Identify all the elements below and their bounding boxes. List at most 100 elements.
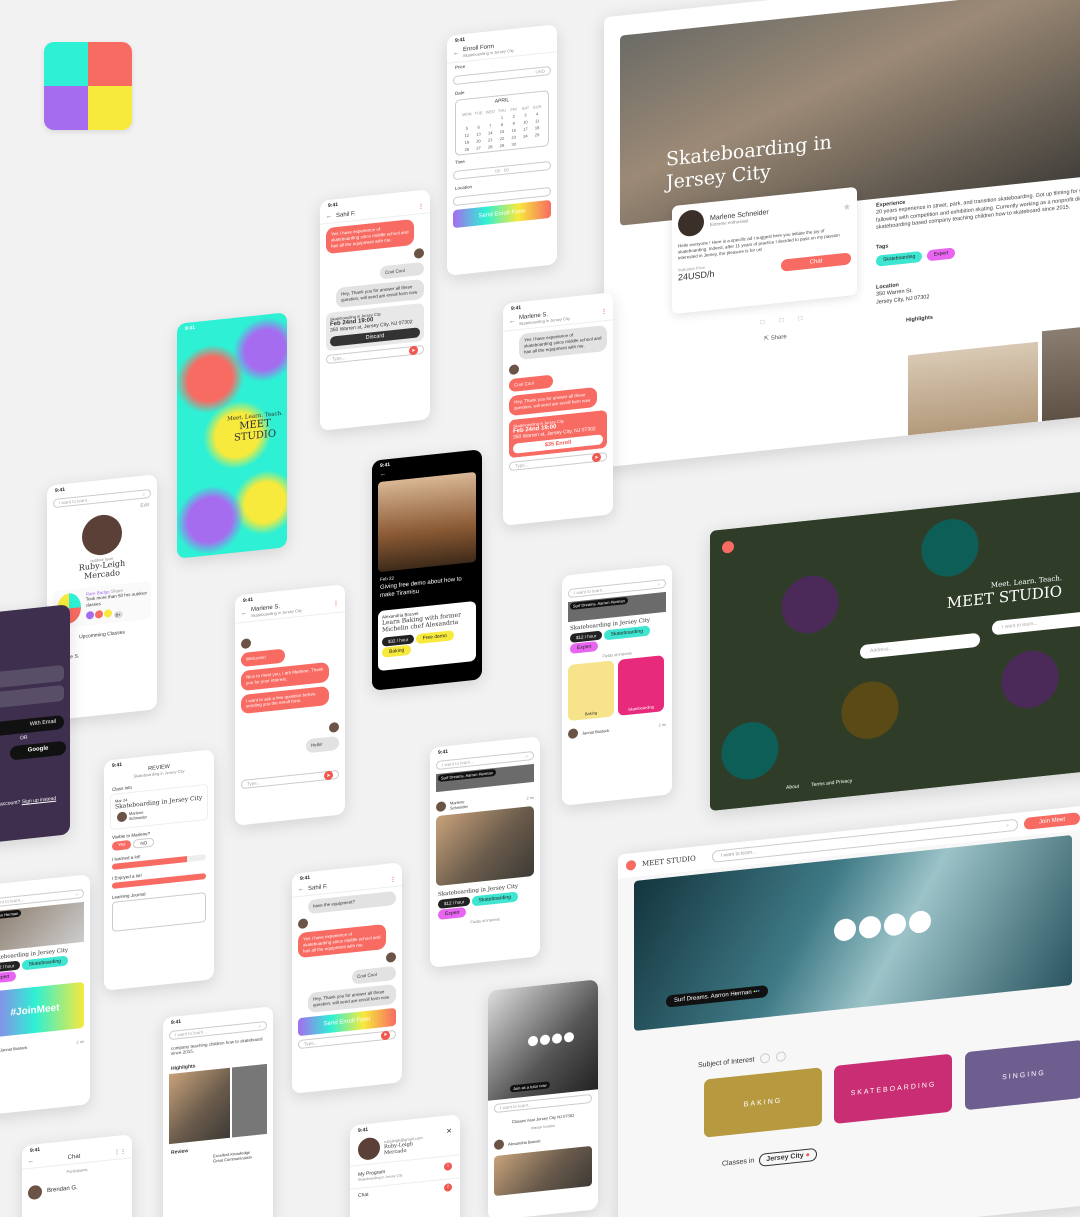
- field-baking[interactable]: Baking: [568, 660, 614, 722]
- calendar-day[interactable]: [485, 116, 495, 122]
- search-icon[interactable]: ⌕: [75, 891, 78, 896]
- password-field[interactable]: [0, 684, 64, 712]
- more-icon[interactable]: ⋮: [601, 308, 607, 316]
- instructor-avatar: [678, 208, 704, 238]
- prev-arrow-icon[interactable]: [760, 1052, 771, 1064]
- splash-phone: 9:41 Meet. Learn. Teach. MEET STUDIO: [177, 312, 287, 559]
- send-icon[interactable]: ➤: [592, 452, 601, 463]
- back-arrow-icon[interactable]: ←: [298, 886, 304, 893]
- tiramisu-video[interactable]: [378, 471, 476, 573]
- highlight-photo-2: [1042, 322, 1080, 422]
- calendar-day[interactable]: 5: [462, 125, 472, 131]
- signup-link[interactable]: Sign up instead: [22, 796, 56, 806]
- highlight-photo[interactable]: [169, 1067, 230, 1145]
- calendar-day[interactable]: 20: [474, 138, 484, 144]
- video-icon[interactable]: ◻: [779, 316, 784, 324]
- calendar-day[interactable]: 26: [462, 146, 472, 152]
- photo-icon[interactable]: ◻: [798, 314, 803, 322]
- subject-singing[interactable]: SINGING: [964, 1039, 1080, 1111]
- share-button[interactable]: ⇱ Share: [764, 331, 803, 342]
- more-icon[interactable]: ⋮: [418, 203, 424, 211]
- calendar-day[interactable]: 15: [497, 128, 507, 134]
- search-icon[interactable]: ⌕: [258, 1023, 261, 1028]
- calendar-day[interactable]: 16: [509, 127, 519, 133]
- calendar-day[interactable]: 17: [521, 126, 531, 132]
- search-icon[interactable]: ⌕: [142, 491, 145, 496]
- grid-icon[interactable]: ⋮⋮: [114, 1148, 126, 1156]
- message-bubble: Cool Cool: [509, 374, 553, 393]
- avatar: [568, 728, 578, 740]
- calendar-day[interactable]: 13: [474, 131, 484, 137]
- field-skateboarding[interactable]: Skateboarding: [618, 655, 664, 716]
- calendar-day[interactable]: 23: [509, 134, 519, 140]
- avatar: [82, 512, 122, 558]
- listing-phone: I want to learn... ⌕ Surf Dreams. Aarron …: [562, 564, 672, 806]
- calendar-day[interactable]: 7: [485, 123, 495, 129]
- course-card[interactable]: Alexandria Bouvet Learn Baking with form…: [378, 600, 476, 671]
- chat-marlene-phone: 9:41 ← Marlene S. Skateboarding in Jersey …: [503, 292, 613, 526]
- calendar-day[interactable]: 27: [474, 145, 484, 151]
- calendar-day[interactable]: 22: [497, 135, 507, 141]
- chat-button[interactable]: Chat: [781, 252, 851, 272]
- search-icon[interactable]: ⌕: [657, 581, 660, 586]
- subject-skateboarding[interactable]: SKATEBOARDING: [834, 1053, 953, 1124]
- tag-expert[interactable]: Expert: [926, 247, 956, 262]
- back-arrow-icon[interactable]: ←: [453, 50, 459, 57]
- calendar-day[interactable]: 1: [497, 114, 507, 120]
- calendar-day[interactable]: [474, 117, 484, 123]
- back-arrow-icon[interactable]: ←: [326, 213, 332, 220]
- avatar: [28, 1184, 42, 1201]
- more-icon[interactable]: ⋮: [390, 876, 396, 884]
- share-icon: ⇱: [764, 335, 771, 343]
- tag-skateboarding[interactable]: Skateboarding: [876, 250, 923, 267]
- calendar-day[interactable]: 3: [521, 112, 531, 118]
- course-photo[interactable]: [436, 805, 534, 887]
- calendar-day[interactable]: 21: [485, 137, 495, 143]
- welcome-chat-phone: 9:41 ← Marlene S. Skateboarding in Jersey …: [235, 584, 345, 826]
- back-arrow-icon[interactable]: ←: [241, 610, 247, 617]
- calendar-day[interactable]: 29: [497, 142, 507, 148]
- calendar-day[interactable]: 28: [485, 144, 495, 150]
- join-banner[interactable]: #JoinMeet: [0, 981, 84, 1039]
- calendar-weekday: FRI: [510, 106, 517, 113]
- calendar-day[interactable]: 24: [521, 133, 531, 139]
- calendar-day[interactable]: 2: [509, 113, 519, 119]
- send-icon[interactable]: ➤: [381, 1030, 390, 1041]
- favorite-star-icon[interactable]: ★: [843, 201, 851, 213]
- calendar-weekday: MON: [462, 111, 472, 118]
- calendar-day[interactable]: [462, 118, 472, 124]
- join-tutor-badge[interactable]: Join as a tutor now: [510, 1081, 550, 1093]
- enroll-card: Skateboarding in Jersey City Feb 24nd 19…: [326, 302, 424, 352]
- search-icon[interactable]: ⌕: [1006, 823, 1009, 829]
- calendar-day[interactable]: 12: [462, 132, 472, 138]
- back-arrow-icon[interactable]: ←: [28, 1158, 34, 1165]
- calendar-day[interactable]: 6: [474, 124, 484, 130]
- calendar-day[interactable]: 10: [521, 119, 531, 125]
- calendar-day[interactable]: 9: [509, 120, 519, 126]
- calendar-grid[interactable]: MON TUE WED THU FRI SAT SUN 1 2 3 4 5 6 7 8 9 10 11 12 13 14…: [456, 101, 548, 155]
- calendar-day[interactable]: 25: [532, 132, 542, 138]
- calendar-day[interactable]: 30: [509, 141, 519, 147]
- calendar-day[interactable]: 4: [532, 111, 542, 117]
- back-arrow-icon[interactable]: ←: [509, 318, 515, 325]
- calendar-day[interactable]: 11: [532, 118, 542, 124]
- calendar-day[interactable]: 8: [497, 121, 507, 127]
- search-icon[interactable]: ⌕: [525, 753, 528, 758]
- message-bubble: Yes I have experience of skateboarding s…: [298, 923, 386, 959]
- more-icon[interactable]: ⋮: [333, 600, 339, 608]
- guitar-photo: Join as a tutor now: [488, 979, 598, 1101]
- close-icon[interactable]: ✕: [446, 1127, 452, 1136]
- calendar[interactable]: APRIL MON TUE WED THU FRI SAT SUN 1 2 3 4 5 6 7 8 9 10 11…: [455, 90, 549, 156]
- message-input[interactable]: Type... ➤: [241, 769, 339, 790]
- next-arrow-icon[interactable]: [776, 1050, 787, 1063]
- subject-baking[interactable]: BAKING: [704, 1067, 822, 1138]
- city-selector[interactable]: Jersey City ●: [759, 1147, 817, 1167]
- join-meet-button[interactable]: Join Meet: [1024, 812, 1080, 831]
- calendar-day[interactable]: 14: [485, 130, 495, 136]
- calendar-day[interactable]: 18: [532, 125, 542, 131]
- left-listing-phone: I want to learn...⌕ Aarron Herman Skateb…: [0, 874, 90, 1116]
- send-icon[interactable]: ➤: [324, 770, 333, 781]
- camera-icon[interactable]: ◻: [760, 318, 765, 326]
- calendar-day[interactable]: 19: [462, 139, 472, 145]
- send-icon[interactable]: ➤: [409, 345, 418, 356]
